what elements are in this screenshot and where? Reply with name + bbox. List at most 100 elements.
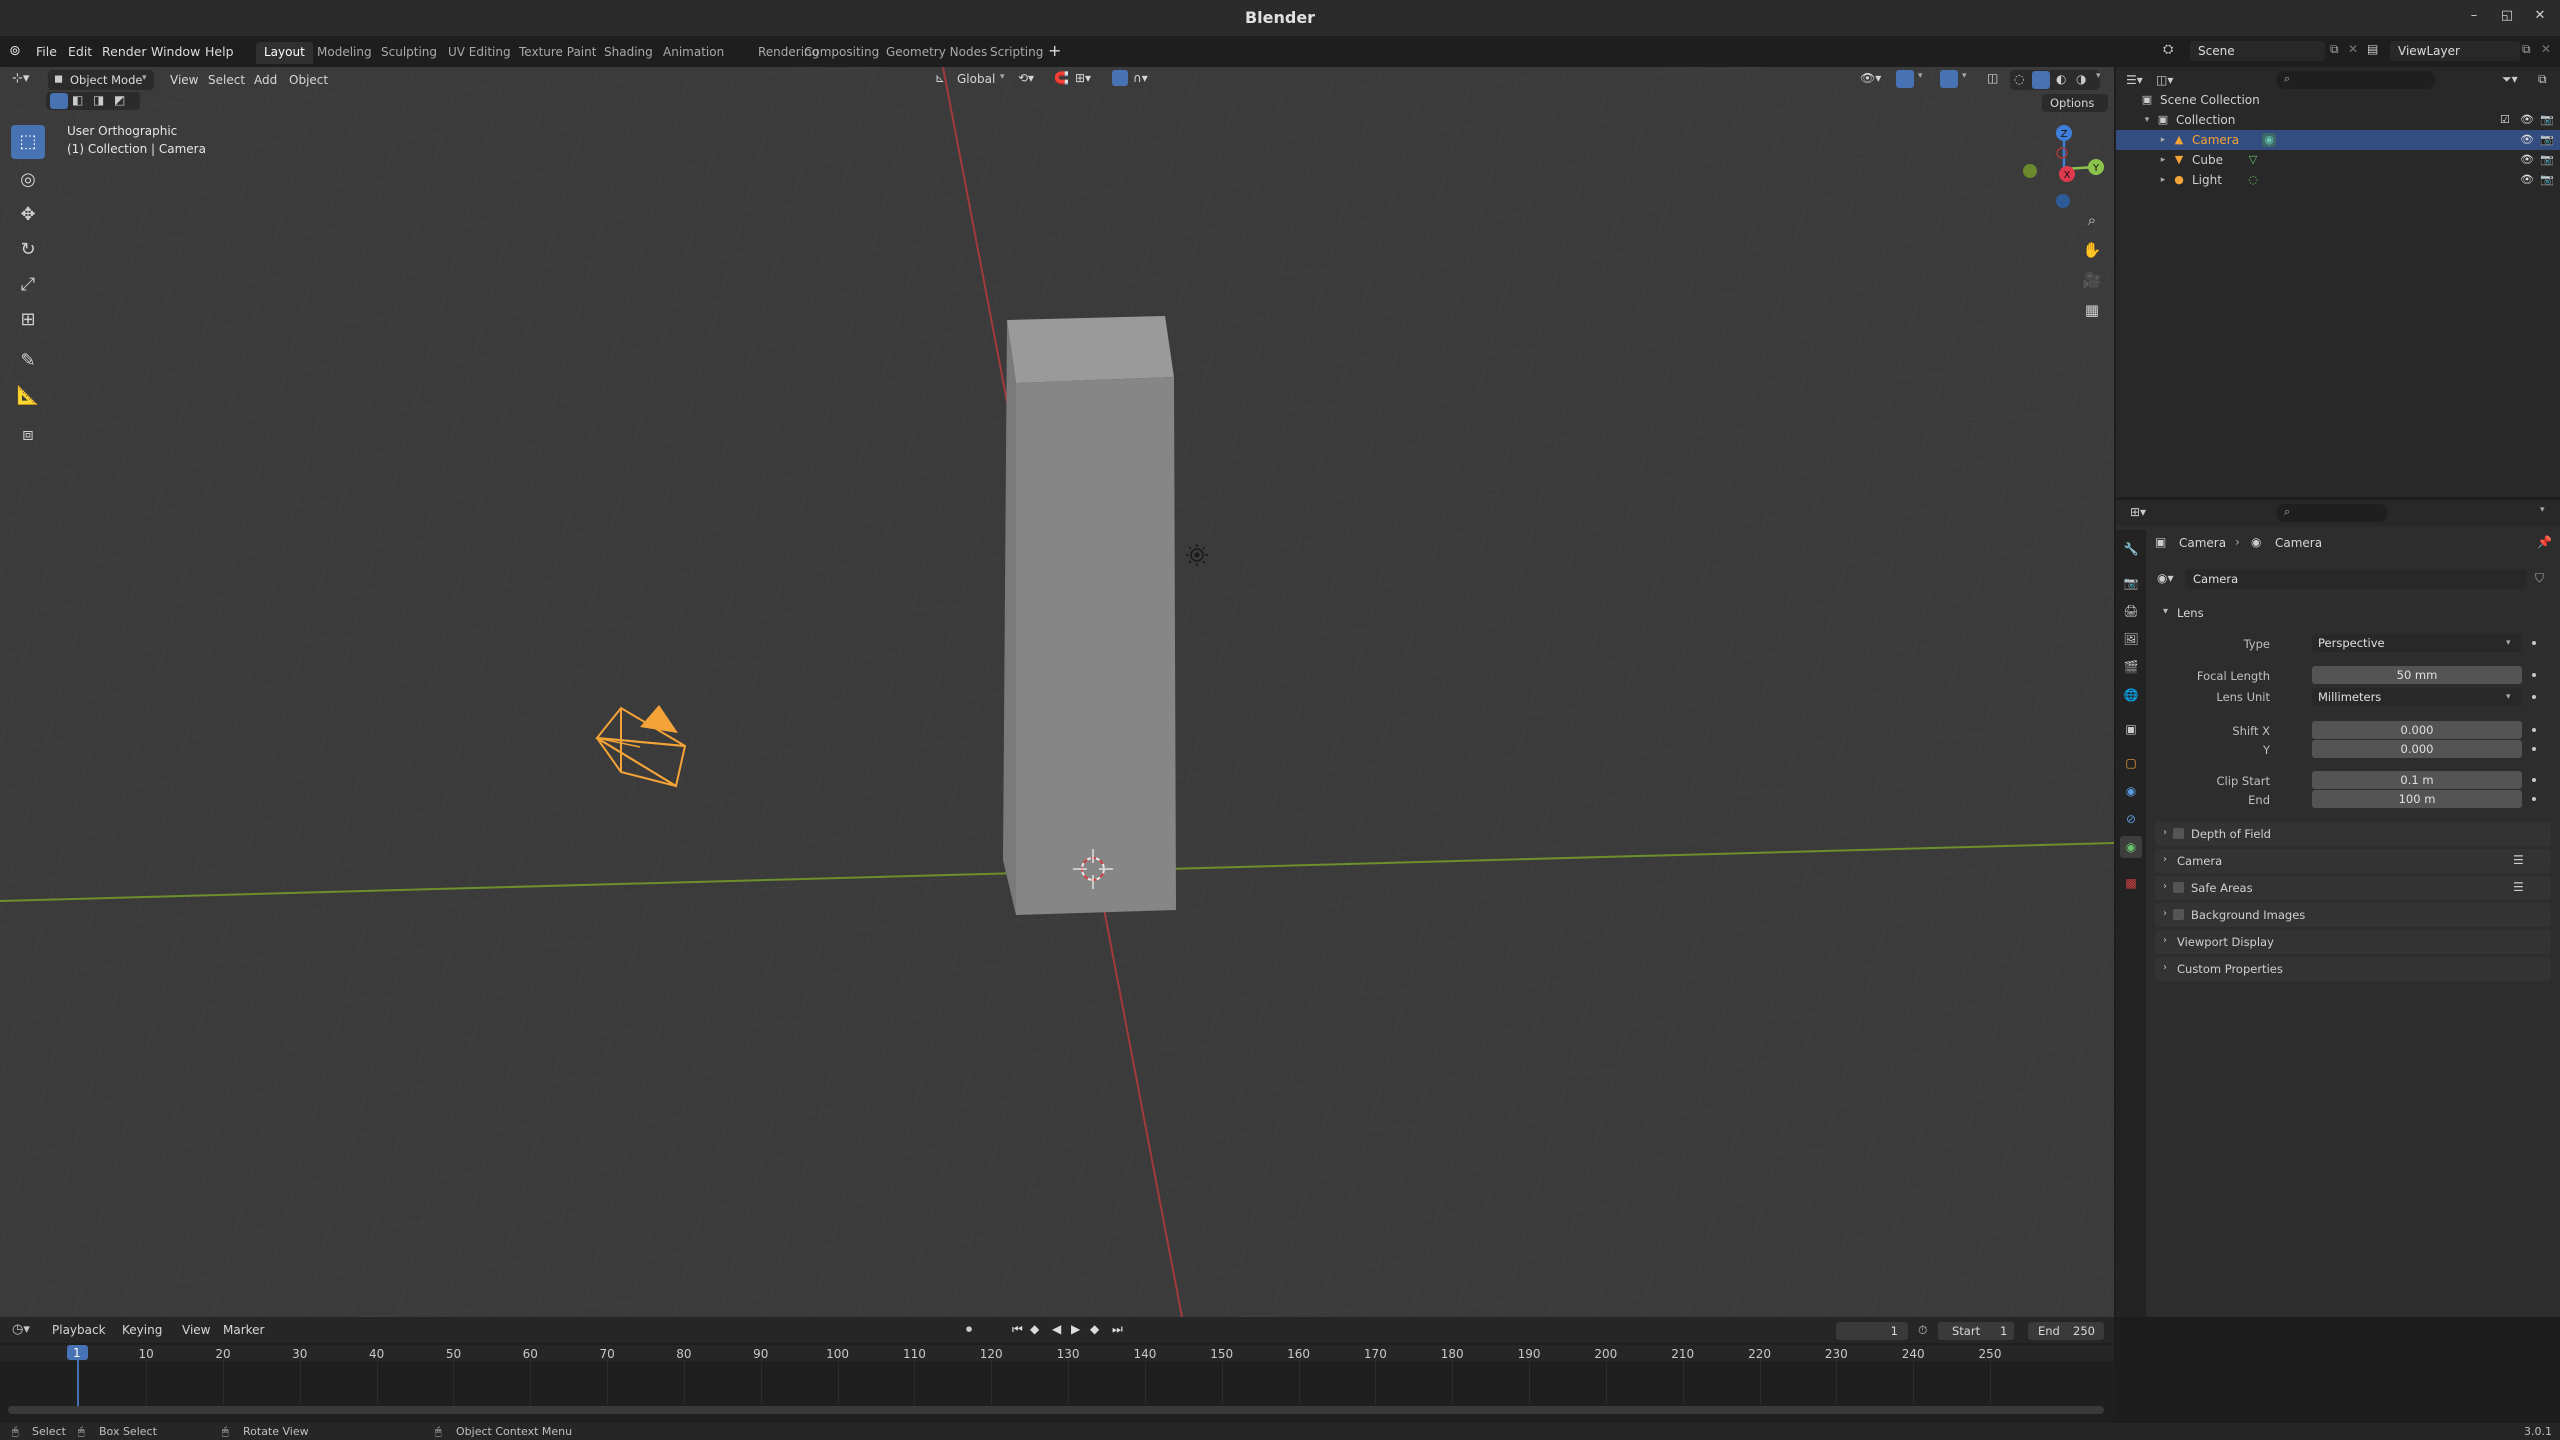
scene-selector[interactable]: Scene [2190,41,2325,61]
render-camera-icon[interactable]: 📷 [2540,113,2554,126]
panel-depth-of-field[interactable]: › Depth of Field [2155,822,2551,846]
menu-edit[interactable]: Edit [68,44,92,59]
camera-data-icon[interactable]: ◉▾ [2157,571,2174,585]
navigation-gizmo[interactable]: Z Y X [2012,119,2114,219]
outliner-row-collection[interactable]: ▾ ▣ Collection ☑ 👁 📷 [2116,110,2560,130]
move-tool-icon[interactable]: ✥ [11,198,45,232]
pivot-icon[interactable]: ⟲▾ [1018,71,1034,85]
visibility-icon[interactable]: 👁▾ [1860,71,1881,85]
xray-icon[interactable]: ◫ [1987,71,1998,85]
panel-camera[interactable]: › Camera ☰ [2155,849,2551,873]
presets-list-icon[interactable]: ☰ [2513,853,2524,867]
constraint-tab-icon[interactable]: ⊘ [2120,808,2142,830]
menu-view[interactable]: View [170,73,198,87]
overlay-toggle-icon[interactable] [1940,70,1958,88]
tab-sculpting[interactable]: Sculpting [373,42,445,64]
maximize-icon[interactable]: ◱ [2497,6,2517,26]
menu-select[interactable]: Select [208,73,245,87]
minimize-icon[interactable]: – [2464,6,2484,26]
tab-texture-paint[interactable]: Texture Paint [511,42,604,64]
menu-file[interactable]: File [36,44,57,59]
select-subtract-icon[interactable]: ◨ [93,93,104,107]
next-keyframe-icon[interactable]: ◆ [1090,1322,1099,1336]
output-tab-icon[interactable]: 🖨 [2120,600,2142,622]
outliner-row-scene-collection[interactable]: ▣ Scene Collection [2116,90,2560,110]
rotate-tool-icon[interactable]: ↻ [11,233,45,267]
new-scene-icon[interactable]: ⧉ [2330,42,2339,57]
select-extend-icon[interactable]: ◧ [72,93,83,107]
scale-tool-icon[interactable]: ⤢ [11,268,45,302]
chevron-right-icon[interactable]: ▸ [2156,153,2170,167]
menu-keying[interactable]: Keying [122,1323,162,1337]
tab-geometry-nodes[interactable]: Geometry Nodes [878,42,995,64]
select-new-icon[interactable] [50,93,68,109]
properties-search-input[interactable]: ⌕ [2276,504,2388,522]
keyframe-dot-icon[interactable] [2532,747,2536,751]
lens-panel-header[interactable]: ▾ Lens [2155,601,2551,625]
transform-tool-icon[interactable]: ⊞ [11,303,45,337]
preview-range-icon[interactable]: ⏱ [1918,1323,1927,1338]
zoom-icon[interactable]: ⌕ [2079,207,2105,233]
editor-type-icon[interactable]: ⊹▾ [12,71,29,86]
rendered-shading-icon[interactable]: ◑ [2076,72,2086,86]
jump-end-icon[interactable]: ⏭ [1112,1322,1123,1337]
snap-icon[interactable]: 🧲 [1054,71,1069,85]
menu-object[interactable]: Object [289,73,328,87]
menu-render[interactable]: Render [102,44,147,59]
render-camera-icon[interactable]: 📷 [2540,173,2554,186]
auto-keying-icon[interactable]: ⏺ [966,1322,972,1337]
light-data-icon[interactable]: ◌ [2246,173,2260,187]
view-layer-selector[interactable]: ViewLayer [2390,41,2520,61]
tab-uv-editing[interactable]: UV Editing [440,42,519,64]
outliner-row-light[interactable]: ▸ ● Light ◌ 👁 📷 [2116,170,2560,190]
mesh-data-icon[interactable]: ▽ [2246,153,2260,167]
render-camera-icon[interactable]: 📷 [2540,133,2554,146]
snap-target-icon[interactable]: ⊞▾ [1075,71,1091,85]
menu-help[interactable]: Help [205,44,234,59]
tool-tab-icon[interactable]: 🔧 [2120,538,2142,560]
end-frame-field[interactable]: End 250 [2028,1322,2104,1340]
render-tab-icon[interactable]: 📷 [2120,572,2142,594]
blender-logo-icon[interactable]: ⊚ [9,43,21,59]
select-intersect-icon[interactable]: ◩ [114,93,125,107]
render-camera-icon[interactable]: 📷 [2540,153,2554,166]
properties-editor-icon[interactable]: ⊞▾ [2130,505,2146,519]
panel-background-images[interactable]: › Background Images [2155,903,2551,927]
start-frame-field[interactable]: Start 1 [1938,1322,2014,1340]
wireframe-shading-icon[interactable]: ◌ [2014,72,2024,86]
scene-icon[interactable]: ⛭ [2163,42,2179,58]
background-images-checkbox[interactable] [2173,909,2184,920]
dof-checkbox[interactable] [2173,828,2184,839]
falloff-icon[interactable]: ∩▾ [1133,71,1148,85]
play-reverse-icon[interactable]: ◀ [1052,1322,1061,1336]
menu-add[interactable]: Add [254,73,277,87]
measure-tool-icon[interactable]: 📐 [11,379,45,413]
lens-type-select[interactable]: Perspective ▾ [2312,634,2522,652]
timeline-editor-icon[interactable]: ◷▾ [12,1322,30,1337]
tab-modeling[interactable]: Modeling [309,42,380,64]
editor-divider[interactable] [2114,1317,2116,1423]
menu-window[interactable]: Window [151,44,200,59]
camera-data-icon[interactable]: ◉ [2262,133,2276,147]
view-layer-icon[interactable]: ▤ [2367,42,2378,56]
add-workspace-icon[interactable]: + [1048,41,1061,60]
fake-user-icon[interactable]: ⛉ [2535,571,2544,586]
tab-shading[interactable]: Shading [596,42,661,64]
menu-marker[interactable]: Marker [223,1323,264,1337]
tab-compositing[interactable]: Compositing [796,42,887,64]
eye-icon[interactable]: 👁 [2520,173,2534,186]
chevron-right-icon[interactable]: ▸ [2156,173,2170,187]
play-icon[interactable]: ▶ [1071,1322,1080,1336]
focal-length-field[interactable]: 50 mm [2312,666,2522,684]
safe-areas-checkbox[interactable] [2173,882,2184,893]
keyframe-dot-icon[interactable] [2532,728,2536,732]
menu-view-timeline[interactable]: View [182,1323,210,1337]
outliner-row-cube[interactable]: ▸ ▼ Cube ▽ 👁 📷 [2116,150,2560,170]
material-shading-icon[interactable]: ◐ [2056,72,2066,86]
delete-scene-icon[interactable]: ✕ [2348,42,2358,56]
exclude-checkbox-icon[interactable]: ☑ [2500,113,2510,126]
proportional-edit-icon[interactable] [1112,70,1128,86]
panel-safe-areas[interactable]: › Safe Areas ☰ [2155,876,2551,900]
annotate-tool-icon[interactable]: ✎ [11,344,45,378]
outliner-search-input[interactable]: ⌕ [2276,71,2436,89]
